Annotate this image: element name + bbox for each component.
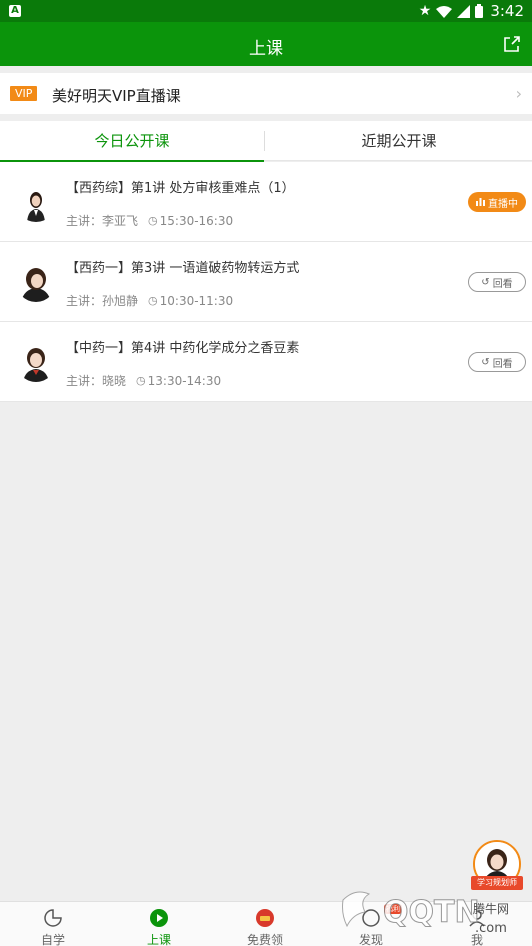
battery-icon: [475, 4, 484, 18]
course-teacher: 主讲：晓晓: [66, 374, 127, 388]
course-title: 【西药一】第3讲 一语道破药物转运方式: [66, 261, 300, 276]
teacher-avatar: [16, 182, 56, 222]
nav-label: 上课: [146, 933, 171, 946]
tab-today-open-courses[interactable]: 今日公开课: [0, 121, 264, 162]
tab-label: 今日公开课: [94, 132, 170, 150]
play-circle-icon: [150, 909, 168, 927]
nav-label: 自学: [40, 933, 65, 946]
watermark-text: QQTN: [383, 895, 480, 930]
vip-live-course-entry[interactable]: VIP 美好明天VIP直播课 ›: [0, 73, 532, 114]
course-teacher: 主讲：孙旭静: [66, 294, 139, 308]
tab-label: 近期公开课: [361, 132, 437, 150]
share-icon[interactable]: [502, 34, 522, 54]
course-meta: 主讲：李亚飞 ◷ 15:30-16:30: [66, 212, 233, 229]
course-time: 10:30-11:30: [159, 293, 234, 308]
gift-icon: [256, 909, 274, 927]
replay-icon: ↺: [481, 276, 490, 288]
course-list: 【西药综】第1讲 处方审核重难点（1） 主讲：李亚飞 ◷ 15:30-16:30…: [0, 162, 532, 402]
course-tabs: 今日公开课 近期公开课: [0, 121, 532, 162]
vip-tag: VIP: [10, 86, 38, 101]
status-bar: A ★ 3:42: [0, 0, 532, 22]
app-bar: 上课: [0, 22, 532, 66]
nav-label: 免费领: [246, 933, 283, 946]
page-title: 上课: [249, 39, 283, 59]
course-title: 【中药一】第4讲 中药化学成分之香豆素: [66, 341, 300, 356]
teacher-avatar: [16, 262, 56, 302]
pacman-icon: [44, 909, 62, 927]
status-label: 回看: [492, 358, 513, 370]
course-row[interactable]: 【西药综】第1讲 处方审核重难点（1） 主讲：李亚飞 ◷ 15:30-16:30…: [0, 162, 532, 242]
notification-icon: A: [9, 5, 21, 17]
course-meta: 主讲：孙旭静 ◷ 10:30-11:30: [66, 292, 233, 309]
replay-button[interactable]: ↺ 回看: [468, 272, 526, 292]
course-row[interactable]: 【西药一】第3讲 一语道破药物转运方式 主讲：孙旭静 ◷ 10:30-11:30…: [0, 242, 532, 322]
watermark-cn: 腾牛网: [473, 901, 509, 916]
vip-entry-label: 美好明天VIP直播课: [52, 87, 181, 105]
clock-icon: ◷: [148, 214, 158, 227]
replay-icon: ↺: [481, 356, 490, 368]
live-bars-icon: [476, 198, 485, 206]
nav-class[interactable]: 上课: [106, 902, 212, 946]
watermark-url: .com: [475, 921, 507, 936]
live-status-button[interactable]: 直播中: [468, 192, 526, 212]
replay-button[interactable]: ↺ 回看: [468, 352, 526, 372]
tab-recent-open-courses[interactable]: 近期公开课: [266, 121, 532, 161]
nav-free-get[interactable]: 免费领: [212, 902, 318, 946]
course-row[interactable]: 【中药一】第4讲 中药化学成分之香豆素 主讲：晓晓 ◷ 13:30-14:30 …: [0, 322, 532, 402]
status-label: 直播中: [488, 198, 518, 210]
tab-divider: [264, 131, 265, 151]
course-time: 13:30-14:30: [147, 373, 222, 388]
nav-self-study[interactable]: 自学: [0, 902, 106, 946]
clock-icon: ◷: [136, 374, 146, 387]
system-icons: ★ 3:42: [419, 2, 524, 20]
site-watermark: QQTN 腾牛网 .com: [342, 891, 509, 936]
chevron-right-icon: ›: [515, 84, 522, 103]
star-icon: ★: [418, 3, 432, 19]
course-title: 【西药综】第1讲 处方审核重难点（1）: [66, 181, 295, 196]
wifi-icon: [436, 5, 453, 18]
course-meta: 主讲：晓晓 ◷ 13:30-14:30: [66, 372, 221, 389]
teacher-avatar: [16, 342, 56, 382]
status-label: 回看: [492, 278, 513, 290]
signal-icon: [457, 4, 471, 18]
clock-icon: ◷: [148, 294, 158, 307]
status-time: 3:42: [490, 2, 524, 20]
course-time: 15:30-16:30: [159, 213, 234, 228]
course-teacher: 主讲：李亚飞: [66, 214, 139, 228]
